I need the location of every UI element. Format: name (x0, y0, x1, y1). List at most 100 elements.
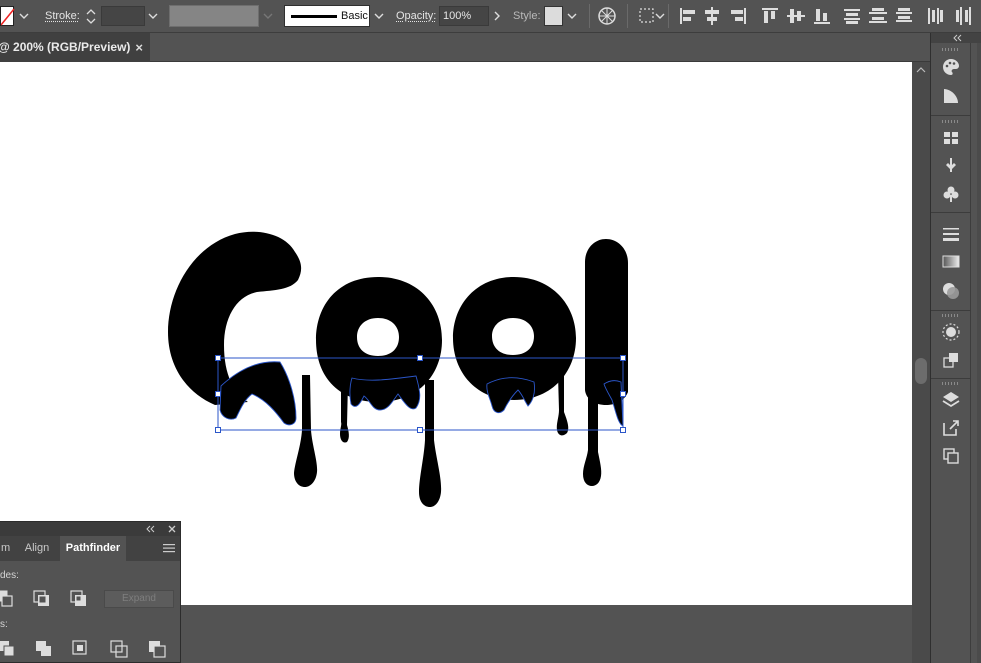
group-grip[interactable] (942, 382, 960, 385)
unite-icon[interactable] (0, 590, 14, 608)
close-icon[interactable]: × (135, 33, 143, 62)
document-tab[interactable]: @ 200% (RGB/Preview) × (0, 33, 150, 62)
resize-handle[interactable] (620, 427, 626, 433)
scrollbar-thumb[interactable] (915, 358, 927, 384)
pathfinders-label: s: (0, 619, 8, 630)
group-grip[interactable] (942, 48, 960, 51)
divider (627, 4, 628, 28)
resize-handle[interactable] (620, 355, 626, 361)
symbols-icon[interactable] (941, 184, 961, 204)
outline-icon[interactable] (148, 640, 166, 658)
shape-modes-label: des: (0, 570, 19, 581)
tab-pathfinder[interactable]: Pathfinder (60, 536, 126, 561)
distribute-top-icon[interactable] (842, 6, 862, 26)
letter-l[interactable] (585, 239, 628, 405)
chevron-right-icon (494, 11, 500, 21)
panel-tabs: m Align Pathfinder (0, 536, 180, 561)
resize-handle[interactable] (620, 391, 626, 397)
tab-align[interactable]: Align (16, 536, 58, 561)
close-icon[interactable] (168, 525, 176, 533)
brush-stroke-preview (291, 15, 337, 18)
distribute-bottom-icon[interactable] (894, 6, 914, 26)
illustrator-window: Stroke: Basic Opacity: 100% Style: @ 200… (0, 0, 981, 663)
scroll-up-icon[interactable] (916, 66, 926, 74)
chevron-down-icon (655, 13, 665, 19)
style-label: Style: (513, 10, 541, 22)
resize-handle[interactable] (417, 427, 423, 433)
transparency-icon[interactable] (941, 281, 961, 301)
chevron-down-icon (567, 13, 577, 19)
stroke-icon[interactable] (941, 224, 961, 244)
fill-none-swatch[interactable] (0, 6, 15, 26)
graphic-style-swatch[interactable] (544, 6, 563, 26)
resize-handle[interactable] (215, 355, 221, 361)
pathfinder-panel: m Align Pathfinder des: Expand s: (0, 521, 181, 663)
align-bottom-icon[interactable] (812, 6, 832, 26)
trim-icon[interactable] (35, 640, 53, 658)
drip[interactable] (340, 382, 349, 443)
stepper-arrows-icon (86, 9, 96, 24)
artwork-glyphs[interactable] (168, 231, 628, 507)
intersect-icon[interactable] (70, 590, 88, 608)
fill-dropdown[interactable] (16, 6, 32, 26)
drip[interactable] (419, 380, 442, 507)
resize-handle[interactable] (215, 391, 221, 397)
distribute-horizontal-center-icon[interactable] (953, 6, 973, 26)
drip-shape-selected[interactable] (349, 376, 420, 410)
drip-shape-selected[interactable] (486, 377, 535, 413)
panel-menu-icon[interactable] (163, 543, 175, 553)
drip[interactable] (556, 375, 569, 436)
resize-handle[interactable] (215, 427, 221, 433)
color-icon[interactable] (941, 57, 961, 77)
appearance-icon[interactable] (941, 322, 961, 342)
chevron-down-icon (19, 13, 29, 19)
merge-icon[interactable] (72, 640, 90, 658)
panel-title-bar[interactable] (0, 522, 180, 536)
opacity-input[interactable]: 100% (439, 6, 489, 26)
align-right-icon[interactable] (728, 6, 748, 26)
variable-width-profile[interactable] (169, 5, 259, 27)
opacity-popup-button[interactable] (489, 6, 505, 26)
align-horizontal-center-icon[interactable] (702, 6, 722, 26)
brush-definition[interactable]: Basic (284, 5, 370, 27)
gradient-icon[interactable] (941, 252, 961, 272)
select-similar-dropdown[interactable] (654, 6, 666, 26)
align-vertical-center-icon[interactable] (786, 6, 806, 26)
expand-button[interactable]: Expand (104, 590, 174, 608)
collapse-dock-icon[interactable] (931, 33, 981, 43)
tab-transform[interactable]: m (0, 536, 14, 561)
drip[interactable] (583, 395, 602, 486)
resize-handle[interactable] (417, 355, 423, 361)
align-left-icon[interactable] (678, 6, 698, 26)
style-dropdown[interactable] (564, 6, 580, 26)
asset-export-icon[interactable] (941, 418, 961, 438)
divider (931, 115, 971, 116)
dock-edge (977, 43, 981, 663)
distribute-left-icon[interactable] (925, 6, 945, 26)
align-top-icon[interactable] (760, 6, 780, 26)
minus-front-icon[interactable] (33, 590, 51, 608)
group-grip[interactable] (942, 120, 960, 123)
graphic-styles-icon[interactable] (941, 350, 961, 370)
brushes-icon[interactable] (941, 155, 961, 175)
stroke-weight-stepper[interactable] (83, 6, 99, 26)
divide-icon[interactable] (0, 640, 16, 658)
vertical-scrollbar[interactable] (912, 62, 930, 663)
artboards-icon[interactable] (941, 446, 961, 466)
distribute-vertical-center-icon[interactable] (868, 6, 888, 26)
divider (931, 212, 971, 213)
group-grip[interactable] (942, 314, 960, 317)
divider (931, 310, 971, 311)
opacity-label[interactable]: Opacity: (396, 10, 436, 22)
crop-icon[interactable] (110, 640, 128, 658)
stroke-weight-input[interactable] (101, 6, 145, 26)
collapse-panel-icon[interactable] (146, 525, 155, 533)
color-guide-icon[interactable] (941, 86, 961, 106)
brush-dropdown[interactable] (371, 6, 387, 26)
stroke-weight-dropdown[interactable] (145, 6, 161, 26)
stroke-label[interactable]: Stroke: (45, 10, 80, 22)
layers-icon[interactable] (941, 390, 961, 410)
drip[interactable] (294, 375, 318, 487)
recolor-artwork-icon[interactable] (597, 6, 617, 26)
swatches-icon[interactable] (941, 128, 961, 148)
